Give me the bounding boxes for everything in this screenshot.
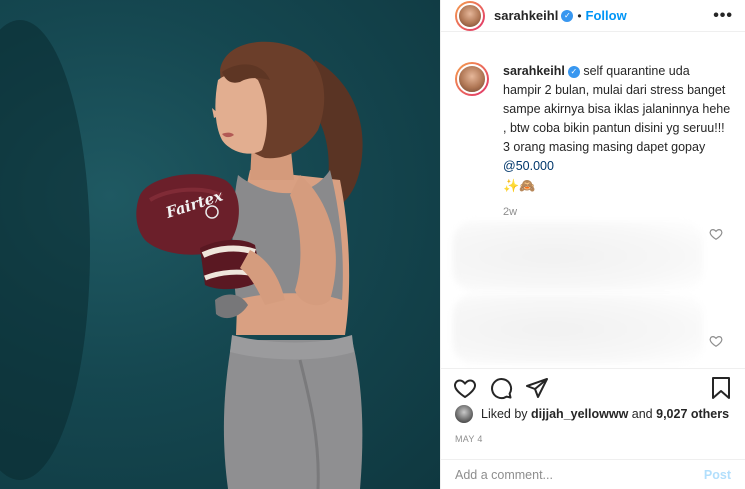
verified-badge-icon: ✓ xyxy=(561,9,574,22)
blurred-comment xyxy=(453,221,703,291)
liker-avatar[interactable] xyxy=(455,405,473,423)
add-comment-bar: Post xyxy=(441,459,745,489)
post-image[interactable]: Fairtex xyxy=(0,0,440,489)
caption-avatar[interactable] xyxy=(455,62,489,96)
post-detail-panel: sarahkeihl ✓ • Follow ••• sarahkeihl ✓ se… xyxy=(440,0,745,489)
verified-badge-icon: ✓ xyxy=(567,65,580,78)
caption-mention[interactable]: @50.000 xyxy=(503,159,554,173)
likes-count[interactable]: 9,027 others xyxy=(656,407,729,421)
more-icon[interactable]: ••• xyxy=(713,7,733,25)
likes-middle: and xyxy=(631,407,653,421)
follow-button[interactable]: Follow xyxy=(586,8,627,23)
action-bar xyxy=(441,368,745,406)
post-comment-button[interactable]: Post xyxy=(704,468,731,482)
caption-time[interactable]: 2w xyxy=(503,206,731,218)
caption-text: sarahkeihl ✓ self quarantine uda hampir 2… xyxy=(503,62,731,196)
author-avatar[interactable] xyxy=(455,0,485,31)
comments-section: sarahkeihl ✓ self quarantine uda hampir 2… xyxy=(441,56,745,368)
comment-icon[interactable] xyxy=(489,376,513,400)
share-icon[interactable] xyxy=(525,376,549,400)
blurred-comment xyxy=(453,294,703,364)
likes-prefix: Liked by xyxy=(481,407,528,421)
caption-username[interactable]: sarahkeihl xyxy=(503,64,565,78)
comment-heart-icon[interactable] xyxy=(709,227,723,241)
header-separator: • xyxy=(577,8,582,23)
comment-input[interactable] xyxy=(455,467,704,482)
heart-icon[interactable] xyxy=(453,376,477,400)
likes-summary: Liked by dijjah_yellowww and 9,027 other… xyxy=(455,405,729,423)
post-date[interactable]: MAY 4 xyxy=(455,434,483,444)
post-photo-illustration: Fairtex xyxy=(0,20,363,489)
comment-heart-icon[interactable] xyxy=(709,334,723,348)
author-username[interactable]: sarahkeihl xyxy=(494,8,558,23)
post-header: sarahkeihl ✓ • Follow ••• xyxy=(441,0,745,32)
caption-emojis: ✨🙈 xyxy=(503,178,536,193)
bookmark-icon[interactable] xyxy=(709,376,733,400)
caption: sarahkeihl ✓ self quarantine uda hampir 2… xyxy=(455,56,731,218)
liker-username[interactable]: dijjah_yellowww xyxy=(531,407,628,421)
